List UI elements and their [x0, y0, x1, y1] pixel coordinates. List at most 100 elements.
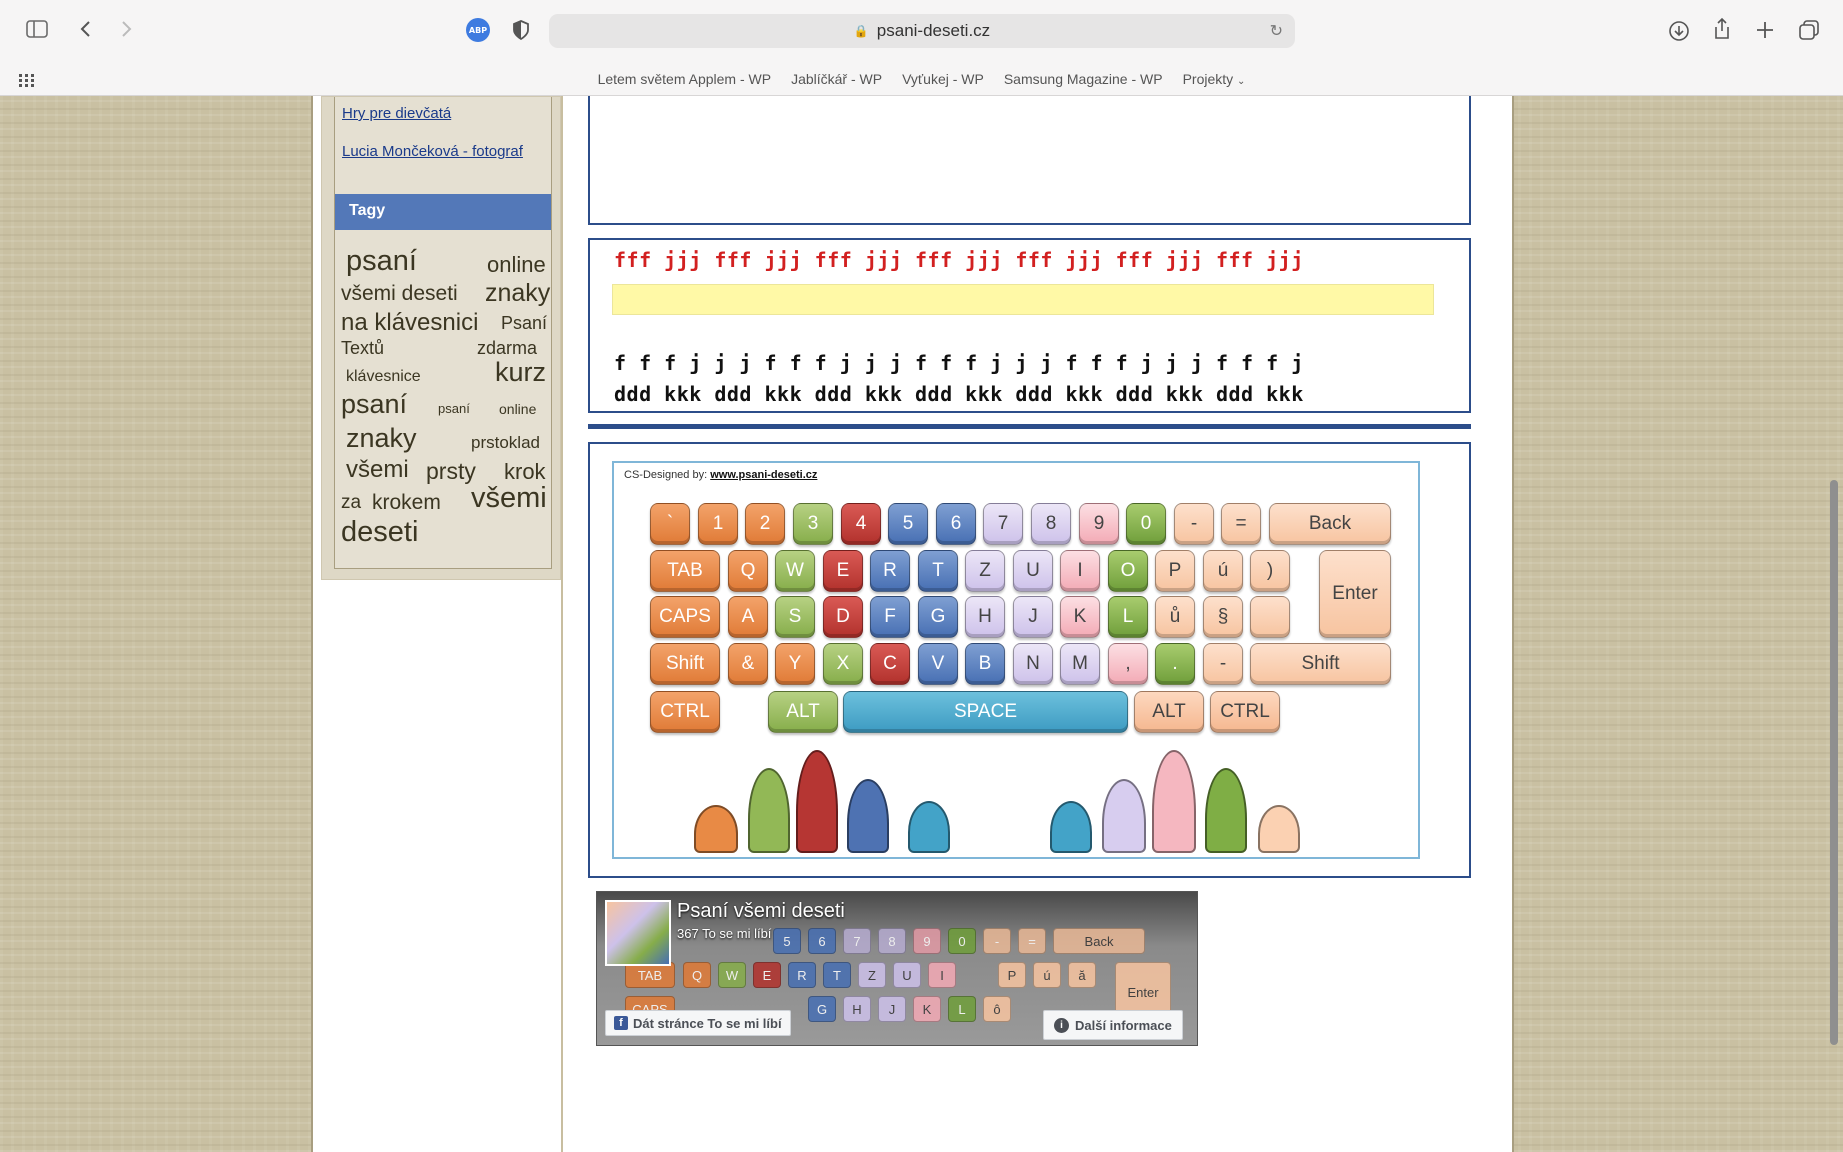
- cover-key: L: [948, 996, 976, 1022]
- sidebar: Hry pre dievčatá Lucia Mončeková - fotog…: [321, 96, 561, 580]
- downloads-icon[interactable]: [1662, 14, 1696, 48]
- tag-link[interactable]: Textů: [341, 338, 384, 359]
- finger-shape: [1050, 801, 1092, 853]
- credit-link[interactable]: www.psani-deseti.cz: [710, 469, 817, 481]
- address-bar[interactable]: 🔒 psani-deseti.cz ↻: [549, 14, 1295, 48]
- facebook-more-info-button[interactable]: i Další informace: [1043, 1010, 1183, 1040]
- key: ): [1250, 550, 1290, 592]
- tag-link[interactable]: všemi deseti: [341, 282, 458, 306]
- key: T: [918, 550, 958, 592]
- key: ALT: [1134, 691, 1204, 733]
- key: B: [965, 643, 1005, 685]
- facebook-page-name[interactable]: Psaní všemi deseti: [677, 900, 845, 923]
- bookmark-item[interactable]: Jablíčkář - WP: [791, 71, 882, 87]
- key: -: [1174, 503, 1214, 545]
- tag-link[interactable]: deseti: [341, 516, 418, 549]
- tag-link[interactable]: kurz: [495, 357, 546, 388]
- url-text: psani-deseti.cz: [876, 21, 991, 40]
- facebook-icon: f: [614, 1016, 628, 1030]
- bookmark-item[interactable]: Vyťukej - WP: [902, 71, 984, 87]
- adblock-icon[interactable]: ABP: [461, 13, 495, 47]
- facebook-like-button[interactable]: f Dát stránce To se mi líbí: [605, 1010, 791, 1036]
- bookmark-folder[interactable]: Projekty ⌄: [1183, 71, 1246, 87]
- tag-link[interactable]: na klávesnici: [341, 309, 478, 337]
- tag-link[interactable]: psaní: [341, 389, 407, 420]
- key: 6: [936, 503, 976, 545]
- key: Y: [775, 643, 815, 685]
- forward-icon[interactable]: [110, 12, 144, 46]
- tag-link[interactable]: prsty: [426, 458, 476, 485]
- back-icon[interactable]: [68, 12, 102, 46]
- facebook-page-widget[interactable]: 5 6 7 8 9 0 - = Back TAB Q W E R T Z U I…: [596, 891, 1198, 1046]
- cover-key: I: [928, 962, 956, 988]
- reload-icon[interactable]: ↻: [1270, 21, 1283, 41]
- tag-link[interactable]: znaky: [485, 279, 550, 308]
- key: ,: [1108, 643, 1148, 685]
- key: 4: [841, 503, 881, 545]
- key: 2: [745, 503, 785, 545]
- key: -: [1203, 643, 1243, 685]
- bookmark-item[interactable]: Samsung Magazine - WP: [1004, 71, 1163, 87]
- key: Enter: [1319, 550, 1391, 638]
- key: O: [1108, 550, 1148, 592]
- sidebar-link[interactable]: Lucia Mončeková - fotograf: [342, 143, 523, 160]
- key: M: [1060, 643, 1100, 685]
- sidebar-link[interactable]: Hry pre dievčatá: [342, 105, 451, 122]
- tab-overview-icon[interactable]: [1792, 13, 1826, 47]
- typing-input-area[interactable]: [612, 284, 1434, 315]
- exercise-line: f f f j j j f f f j j j f f f j j j f f …: [614, 351, 1304, 375]
- facebook-page-avatar[interactable]: [605, 900, 671, 966]
- key: 7: [983, 503, 1023, 545]
- key: 8: [1031, 503, 1071, 545]
- key: [1250, 596, 1290, 638]
- key: ú: [1203, 550, 1243, 592]
- keyboard-credit: CS-Designed by: www.psani-deseti.cz: [624, 469, 817, 481]
- column-divider: [561, 96, 563, 1152]
- tag-link[interactable]: psaní: [346, 245, 417, 278]
- key: 3: [793, 503, 833, 545]
- exercise-line: ddd kkk ddd kkk ddd kkk ddd kkk ddd kkk …: [614, 382, 1304, 406]
- key: F: [870, 596, 910, 638]
- new-tab-icon[interactable]: [1748, 13, 1782, 47]
- facebook-likes-count: 367 To se mi líbí: [677, 926, 772, 941]
- tag-link[interactable]: všemi: [346, 456, 409, 484]
- tag-link[interactable]: psaní: [438, 401, 470, 416]
- tag-link[interactable]: Psaní: [501, 313, 547, 334]
- privacy-shield-icon[interactable]: [504, 13, 538, 47]
- browser-toolbar: ABP 🔒 psani-deseti.cz ↻ Letem světem App…: [0, 0, 1843, 96]
- tag-link[interactable]: všemi: [471, 482, 547, 515]
- cover-key: 6: [808, 928, 836, 954]
- scrollbar[interactable]: [1830, 480, 1838, 1045]
- key: =: [1221, 503, 1261, 545]
- separator-bar: [588, 424, 1471, 429]
- cover-key: ă: [1068, 962, 1096, 988]
- key: CTRL: [1210, 691, 1280, 733]
- sidebar-toggle-icon[interactable]: [20, 12, 54, 46]
- key: Back: [1269, 503, 1391, 545]
- key: A: [728, 596, 768, 638]
- key: TAB: [650, 550, 720, 592]
- key: ů: [1155, 596, 1195, 638]
- key: 1: [698, 503, 738, 545]
- cover-key: =: [1018, 928, 1046, 954]
- key: Shift: [1250, 643, 1391, 685]
- tag-link[interactable]: online: [487, 252, 546, 278]
- tag-link[interactable]: prstoklad: [471, 433, 540, 453]
- bookmark-item[interactable]: Letem světem Applem - WP: [598, 71, 772, 87]
- finger-shape: [694, 805, 738, 853]
- tag-link[interactable]: zdarma: [477, 338, 537, 359]
- key: Z: [965, 550, 1005, 592]
- tag-link[interactable]: znaky: [346, 423, 417, 454]
- tag-link[interactable]: krokem: [372, 491, 441, 515]
- key: S: [775, 596, 815, 638]
- cover-key: 0: [948, 928, 976, 954]
- key: N: [1013, 643, 1053, 685]
- finger-shape: [1205, 768, 1247, 853]
- finger-shape: [908, 801, 950, 853]
- tag-link[interactable]: klávesnice: [346, 368, 421, 386]
- share-icon[interactable]: [1705, 12, 1739, 46]
- cover-key: R: [788, 962, 816, 988]
- tag-link[interactable]: za: [341, 492, 361, 514]
- cover-key: ú: [1033, 962, 1061, 988]
- tag-link[interactable]: online: [499, 401, 536, 417]
